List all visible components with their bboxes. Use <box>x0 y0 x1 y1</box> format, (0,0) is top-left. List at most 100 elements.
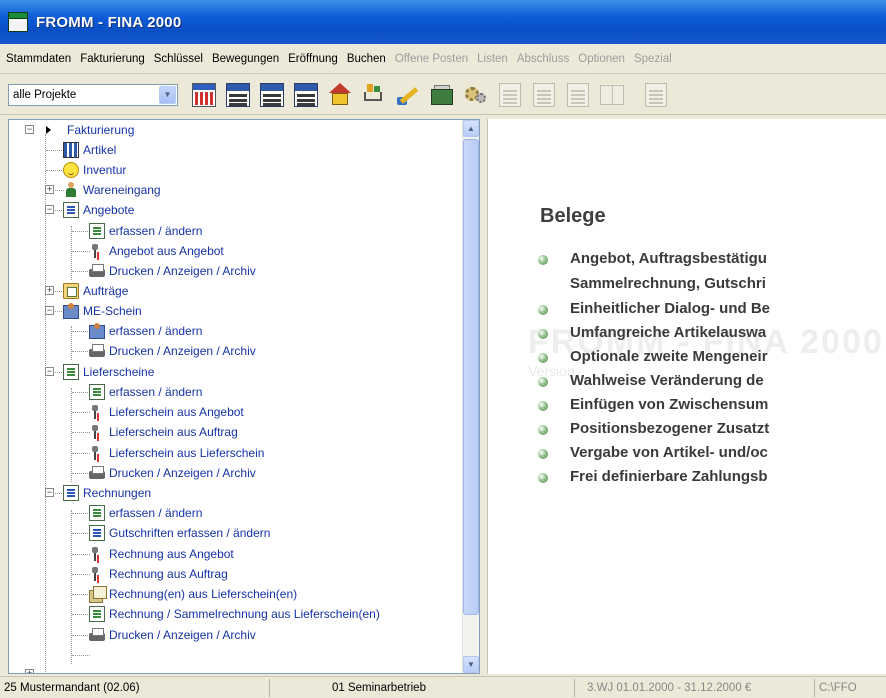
feature-item: Positionsbezogener Zusatzt <box>532 417 886 441</box>
document-icon <box>89 606 105 622</box>
tree-item-artikel[interactable]: Artikel <box>63 140 116 160</box>
tree-item-ls-drucken[interactable]: Drucken / Anzeigen / Archiv <box>89 463 256 483</box>
tree-item-me-erfassen[interactable]: erfassen / ändern <box>89 321 202 341</box>
bullet-icon <box>538 449 548 459</box>
menu-eroeffnung[interactable]: Eröffnung <box>288 53 338 65</box>
tree-item-re-sammel[interactable]: Rechnung / Sammelrechnung aus Liefersche… <box>89 604 380 624</box>
status-periode: 3.WJ 01.01.2000 - 31.12.2000 € <box>575 678 815 697</box>
tree-item-ls-aus-ls[interactable]: Lieferschein aus Lieferschein <box>89 443 264 463</box>
tree-item-angebot-aus-angebot[interactable]: Angebot aus Angebot <box>89 241 224 261</box>
document-icon <box>63 485 79 501</box>
tree-collapse-toggle[interactable]: − <box>45 205 54 214</box>
chevron-down-icon[interactable]: ▼ <box>159 85 176 104</box>
house-button[interactable] <box>324 79 356 111</box>
scroll-up-button[interactable]: ▲ <box>463 120 479 137</box>
tree-item-angebote[interactable]: Angebote <box>63 200 134 220</box>
menu-listen[interactable]: Listen <box>477 53 508 65</box>
tree-item-re-aus-angebot[interactable]: Rechnung aus Angebot <box>89 544 234 564</box>
toolbar: alle Projekte ▼ <box>0 75 886 115</box>
document-icon <box>533 82 555 107</box>
tree-item-me-schein[interactable]: ME-Schein <box>63 301 142 321</box>
tree-item-lieferscheine[interactable]: Lieferscheine <box>63 362 154 382</box>
status-betrieb: 01 Seminarbetrieb <box>270 678 575 697</box>
bullet-icon <box>538 305 548 315</box>
convert-icon <box>89 424 105 440</box>
tree-item-me-drucken[interactable]: Drucken / Anzeigen / Archiv <box>89 341 256 361</box>
tree-item-ls-erfassen[interactable]: erfassen / ändern <box>89 382 202 402</box>
pane-splitter[interactable] <box>482 119 486 674</box>
tree-expand-toggle[interactable]: + <box>25 669 34 673</box>
tree-item-wareneingang[interactable]: Wareneingang <box>63 180 161 200</box>
status-mandant: 25 Mustermandant (02.06) <box>0 678 270 697</box>
convert-icon <box>89 546 105 562</box>
doc-button-1[interactable] <box>494 79 526 111</box>
navigation-tree[interactable]: − Fakturierung Artikel Inventur + Warene… <box>8 119 480 674</box>
tree-item-re-aus-ls[interactable]: Rechnung(en) aus Lieferschein(en) <box>89 584 297 604</box>
printer-icon <box>89 627 105 643</box>
scroll-thumb[interactable] <box>463 139 479 615</box>
account-list-icon <box>260 82 284 107</box>
doc-button-4[interactable] <box>640 79 672 111</box>
tree-item-ls-aus-angebot[interactable]: Lieferschein aus Angebot <box>89 402 244 422</box>
tree-item-angebote-erfassen[interactable]: erfassen / ändern <box>89 221 202 241</box>
costs-button[interactable] <box>290 79 322 111</box>
menu-offene-posten[interactable]: Offene Posten <box>395 53 468 65</box>
edit-me-icon <box>89 323 105 339</box>
delivery-person-icon <box>63 182 79 198</box>
menu-fakturierung[interactable]: Fakturierung <box>80 53 145 65</box>
tree-collapse-toggle[interactable]: − <box>45 367 54 376</box>
feature-item: Umfangreiche Artikelauswa <box>532 321 886 345</box>
bullet-icon <box>538 401 548 411</box>
tree-item-re-gutschriften[interactable]: Gutschriften erfassen / ändern <box>89 523 270 543</box>
tree-item-auftraege[interactable]: Aufträge <box>63 281 128 301</box>
tree-item-re-aus-auftrag[interactable]: Rechnung aus Auftrag <box>89 564 228 584</box>
doc-button-2[interactable] <box>528 79 560 111</box>
menu-buchen[interactable]: Buchen <box>347 53 386 65</box>
tree-item-re-drucken[interactable]: Drucken / Anzeigen / Archiv <box>89 625 256 645</box>
menu-optionen[interactable]: Optionen <box>578 53 625 65</box>
tree-expand-toggle[interactable]: + <box>45 185 54 194</box>
feature-item: Optionale zweite Mengeneir <box>532 345 886 369</box>
menu-bewegungen[interactable]: Bewegungen <box>212 53 279 65</box>
tree-item-ls-aus-auftrag[interactable]: Lieferschein aus Auftrag <box>89 422 238 442</box>
tree-item-inventur[interactable]: Inventur <box>63 160 126 180</box>
edit-document-icon <box>89 223 105 239</box>
feature-item-continuation: Sammelrechnung, Gutschri <box>570 275 766 292</box>
window-title: FROMM - FINA 2000 <box>36 13 182 31</box>
calendar-button[interactable] <box>188 79 220 111</box>
menu-abschluss[interactable]: Abschluss <box>517 53 569 65</box>
convert-icon <box>89 566 105 582</box>
project-select-value: alle Projekte <box>13 88 77 101</box>
tree-collapse-toggle[interactable]: − <box>45 488 54 497</box>
cash-register-icon <box>429 83 455 107</box>
bullet-icon <box>538 329 548 339</box>
register-button[interactable] <box>426 79 458 111</box>
gears-button[interactable] <box>460 79 492 111</box>
convert-icon <box>89 243 105 259</box>
menu-schluessel[interactable]: Schlüssel <box>154 53 203 65</box>
order-icon <box>63 283 79 299</box>
book-button[interactable] <box>596 79 628 111</box>
tree-item-rechnungen[interactable]: Rechnungen <box>63 483 151 503</box>
bullet-icon <box>538 425 548 435</box>
project-select[interactable]: alle Projekte ▼ <box>8 83 178 106</box>
tree-item-re-erfassen[interactable]: erfassen / ändern <box>89 503 202 523</box>
doc-button-3[interactable] <box>562 79 594 111</box>
journal-button[interactable] <box>222 79 254 111</box>
tree-expand-toggle[interactable]: + <box>45 286 54 295</box>
tree-item-angebote-drucken[interactable]: Drucken / Anzeigen / Archiv <box>89 261 256 281</box>
tree-collapse-toggle[interactable]: − <box>45 306 54 315</box>
tree-collapse-toggle[interactable]: − <box>25 125 34 134</box>
menu-bar: Stammdaten Fakturierung Schlüssel Bewegu… <box>0 44 886 74</box>
grid-icon <box>63 142 79 158</box>
pen-button[interactable] <box>392 79 424 111</box>
edit-document-icon <box>89 505 105 521</box>
tree-scrollbar[interactable]: ▲ ▼ <box>462 120 479 673</box>
menu-spezial[interactable]: Spezial <box>634 53 672 65</box>
menu-stammdaten[interactable]: Stammdaten <box>6 53 71 65</box>
document-icon <box>63 364 79 380</box>
cart-button[interactable] <box>358 79 390 111</box>
tree-item-fakturierung[interactable]: Fakturierung <box>67 120 134 140</box>
accounts-button[interactable] <box>256 79 288 111</box>
scroll-down-button[interactable]: ▼ <box>463 656 479 673</box>
